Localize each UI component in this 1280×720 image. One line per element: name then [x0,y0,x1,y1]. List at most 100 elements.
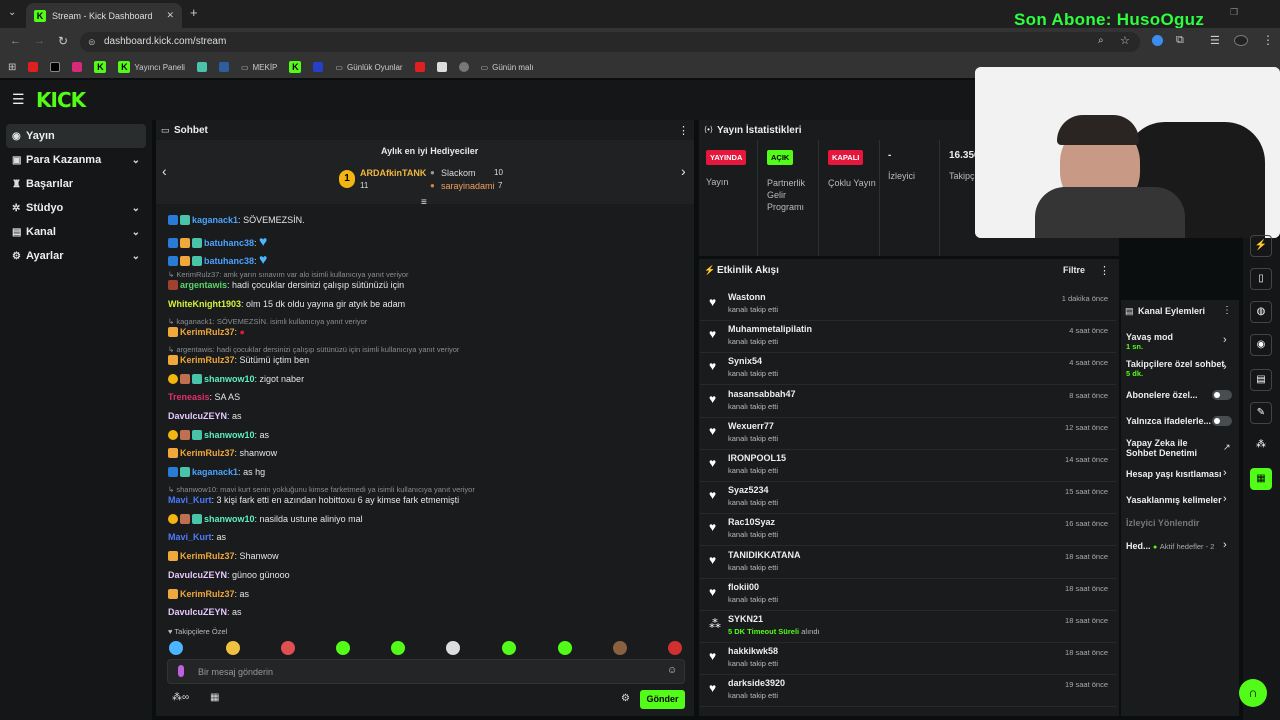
zoom-icon[interactable]: ⌕ [1098,35,1104,46]
rail-page-icon[interactable]: ▯ [1250,268,1272,290]
bookmark-app-icon[interactable] [196,62,207,72]
chat-settings-icon[interactable]: ⚙ [621,693,630,704]
feed-menu-icon[interactable]: ⋮ [1099,264,1110,277]
rail-wrench-icon[interactable]: ✎ [1250,402,1272,424]
forward-icon[interactable]: → [34,35,45,47]
chat-username[interactable]: Mavi_Kurt [168,532,212,542]
feed-item-name[interactable]: SYKN21 [728,614,763,624]
feed-item-name[interactable]: Rac10Syaz [728,517,775,527]
chevron-right-icon[interactable]: › [1223,467,1227,479]
kick-bookmark2-icon[interactable]: K [289,61,302,73]
chat-menu-icon[interactable]: ⋮ [678,124,689,137]
bookmark-app3-icon[interactable] [313,62,324,72]
site-info-icon[interactable]: ⊜ [88,32,96,52]
rail-chat-icon[interactable]: ◍ [1250,301,1272,323]
chat-username[interactable]: argentawis [180,280,227,290]
browser-tab[interactable]: K Stream - Kick Dashboard ✕ [26,3,182,28]
gifters-prev-icon[interactable]: ‹ [162,163,167,179]
chat-username[interactable]: DavulcuZEYN [168,411,227,421]
feed-item[interactable]: ♥ hakkikwk58 kanalı takip etti 18 saat önce [700,643,1116,676]
crown-emote-icon[interactable] [226,641,240,655]
bookmark-mekip[interactable]: ▭ MEKİP [241,63,277,72]
feed-item[interactable]: ♥ Wastonn kanalı takip etti 1 dakika önce [700,289,1116,321]
feed-item-name[interactable]: Syaz5234 [728,485,769,495]
chat-username[interactable]: KerimRulz37 [180,448,235,458]
chat-username[interactable]: batuhanc38 [204,256,254,266]
sidebar-item-yayin[interactable]: ◉ Yayın [6,124,146,148]
feed-item-name[interactable]: flokii00 [728,582,759,592]
emote-5-icon[interactable] [391,641,405,655]
feed-item[interactable]: ♥ Rac10Syaz kanalı takip etti 16 saat önce [700,514,1116,547]
feed-item-name[interactable]: TANIDIKKATANA [728,550,801,560]
bookmark-star-icon[interactable]: ☆ [1120,34,1130,47]
feed-item-name[interactable]: Wastonn [728,292,766,302]
external-link-icon[interactable]: ↗ [1223,442,1231,453]
reading-list-icon[interactable]: ☰ [1210,34,1220,47]
followers-only-item[interactable]: Takipçilere özel sohbet 5 dk. [1126,359,1224,378]
new-tab-icon[interactable]: + [190,5,198,20]
sidebar-item-ayarlar[interactable]: ⚙ Ayarlar ⌄ [6,244,146,268]
kick-logo[interactable]: KICK [36,88,86,112]
rail-stack-icon[interactable]: ▤ [1250,369,1272,391]
feed-item[interactable]: ♥ Wexuerr77 kanalı takip etti 12 saat önce [700,418,1116,450]
bookmark-gunun-mali[interactable]: ▭ Günün malı [481,63,534,72]
microphone-icon[interactable] [178,665,184,677]
filter-button[interactable]: Filtre [1063,265,1085,275]
chat-username[interactable]: KerimRulz37 [180,589,235,599]
chat-username[interactable]: WhiteKnight1903 [168,299,241,309]
sidebar-item-kanal[interactable]: ▤ Kanal ⌄ [6,220,146,244]
feed-item-name[interactable]: Muhammetalipilatin [728,324,812,334]
youtube-icon[interactable] [28,62,39,72]
emote-7-icon[interactable] [502,641,516,655]
chat-username[interactable]: DavulcuZEYN [168,607,227,617]
rail-lightning-icon[interactable]: ⚡ [1250,235,1272,257]
instagram-icon[interactable] [72,62,83,72]
chevron-right-icon[interactable]: › [1223,334,1227,346]
chevron-right-icon[interactable]: › [1223,539,1227,551]
emote-8-icon[interactable] [558,641,572,655]
bookmark-app2-icon[interactable] [218,62,229,72]
sidebar-item-basarilar[interactable]: ♜ Başarılar [6,172,146,196]
rail-share-icon[interactable]: ⁂ [1250,435,1272,457]
rail-clapper-icon[interactable]: ▦ [1250,468,1272,490]
sidebar-item-para-kazanma[interactable]: ▣ Para Kazanma ⌄ [6,148,146,172]
sidebar-item-studyo[interactable]: ✲ Stüdyo ⌄ [6,196,146,220]
kick-points-icon[interactable]: ⁂∞ [172,692,189,703]
emote-3-icon[interactable] [281,641,295,655]
feed-item-name[interactable]: hasansabbah47 [728,389,796,399]
profile-avatar[interactable] [1234,35,1248,46]
chat-username[interactable]: KerimRulz37 [180,355,235,365]
bookmark-yayinci-paneli[interactable]: K Yayıncı Paneli [118,61,185,73]
chat-input[interactable]: Bir mesaj gönderin ☺ [167,659,685,684]
chat-username[interactable]: shanwow10 [204,374,255,384]
feed-item[interactable]: ♥ Muhammetalipilatin kanalı takip etti 4 sa… [700,321,1116,354]
bookmark-gunluk-oyunlar[interactable]: ▭ Günlük Oyunlar [335,63,402,72]
feed-item-name[interactable]: Synix54 [728,356,762,366]
x-icon[interactable] [50,62,61,72]
openai-icon[interactable] [458,62,469,72]
reload-icon[interactable]: ↻ [58,34,68,48]
chat-username[interactable]: KerimRulz37 [180,551,235,561]
extensions-puzzle-icon[interactable]: ⧉ [1176,34,1184,47]
store-icon[interactable]: ▦ [210,692,219,703]
feed-item[interactable]: ♥ Synix54 kanalı takip etti 4 saat önce [700,353,1116,386]
feed-item-name[interactable]: Wexuerr77 [728,421,774,431]
goals-item[interactable]: Hed... ● Aktif hedefler - 2 [1126,541,1214,551]
kick-bookmark-icon[interactable]: K [94,61,107,73]
feed-item-name[interactable]: hakkikwk58 [728,646,778,656]
rail-broadcast-icon[interactable]: ◉ [1250,334,1272,356]
channel-actions-menu-icon[interactable]: ⋮ [1222,305,1232,316]
chat-username[interactable]: Mavi_Kurt [168,495,212,505]
emote-4-icon[interactable] [336,641,350,655]
chat-username[interactable]: shanwow10 [204,430,255,440]
close-tab-icon[interactable]: ✕ [166,10,174,21]
feed-item[interactable]: ♥ flokii00 kanalı takip etti 18 saat önce [700,579,1116,611]
tab-list-icon[interactable]: ⌄ [8,7,16,18]
back-icon[interactable]: ← [10,35,21,47]
feed-item[interactable]: ♥ IRONPOOL15 kanalı takip etti 14 saat önce [700,450,1116,482]
emote-10-icon[interactable] [668,641,682,655]
youtube2-icon[interactable] [414,62,425,72]
url-field[interactable]: ⊜ dashboard.kick.com/stream [80,32,1140,52]
chat-username[interactable]: DavulcuZEYN [168,570,227,580]
feed-item[interactable]: ♥ darkside3920 kanalı takip etti 19 saat ön… [700,675,1116,708]
